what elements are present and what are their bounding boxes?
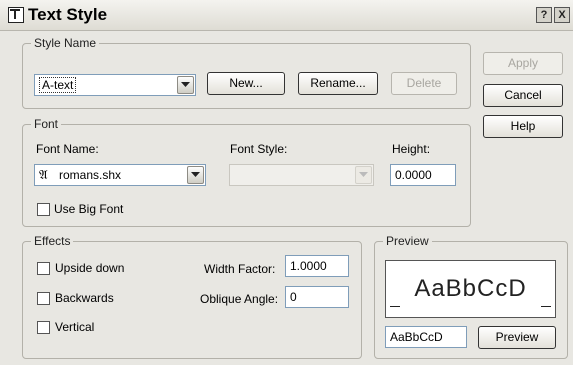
preview-button[interactable]: Preview xyxy=(478,326,556,349)
font-name-value: romans.shx xyxy=(59,168,122,182)
baseline-mark-right xyxy=(541,306,551,307)
font-name-dropdown[interactable]: 𝔄 romans.shx xyxy=(34,164,206,186)
preview-text-input[interactable]: AaBbCcD xyxy=(385,326,467,348)
style-name-legend: Style Name xyxy=(31,36,100,50)
vertical-label: Vertical xyxy=(55,320,95,334)
help-button[interactable]: Help xyxy=(483,115,563,138)
font-legend: Font xyxy=(31,117,62,131)
rename-style-button[interactable]: Rename... xyxy=(298,72,378,95)
upside-down-label: Upside down xyxy=(55,261,125,275)
use-big-font-label: Use Big Font xyxy=(54,202,124,216)
backwards-checkbox[interactable] xyxy=(37,292,50,305)
chevron-down-icon[interactable] xyxy=(187,166,204,184)
oblique-angle-input[interactable]: 0 xyxy=(285,286,349,308)
preview-text: AaBbCcD xyxy=(414,275,527,302)
chevron-down-icon[interactable] xyxy=(355,166,372,184)
apply-button[interactable]: Apply xyxy=(483,52,563,75)
backwards-label: Backwards xyxy=(55,291,114,305)
preview-legend: Preview xyxy=(383,234,432,248)
shx-font-icon: 𝔄 xyxy=(39,167,48,182)
preview-display: AaBbCcD xyxy=(385,260,556,318)
close-icon[interactable]: X xyxy=(554,7,570,23)
oblique-angle-label: Oblique Angle: xyxy=(200,292,279,306)
vertical-checkbox[interactable] xyxy=(37,321,50,334)
height-label: Height: xyxy=(392,142,431,156)
use-big-font-checkbox[interactable] xyxy=(37,203,50,216)
width-factor-label: Width Factor: xyxy=(204,262,276,276)
help-icon[interactable]: ? xyxy=(536,7,552,23)
style-name-dropdown[interactable]: A-text xyxy=(34,74,196,96)
height-input[interactable]: 0.0000 xyxy=(390,164,456,186)
font-style-dropdown[interactable] xyxy=(229,164,374,186)
baseline-mark-left xyxy=(390,306,400,307)
width-factor-input[interactable]: 1.0000 xyxy=(285,255,349,277)
chevron-down-icon[interactable] xyxy=(177,76,194,94)
cancel-button[interactable]: Cancel xyxy=(483,84,563,107)
font-style-label: Font Style: xyxy=(230,142,288,156)
window-title: Text Style xyxy=(28,5,108,24)
new-style-button[interactable]: New... xyxy=(207,72,285,95)
font-name-label: Font Name: xyxy=(36,142,99,156)
upside-down-checkbox[interactable] xyxy=(37,262,50,275)
effects-legend: Effects xyxy=(31,234,74,248)
text-style-icon xyxy=(8,7,24,23)
style-name-value: A-text xyxy=(39,77,77,93)
delete-style-button[interactable]: Delete xyxy=(391,72,457,95)
